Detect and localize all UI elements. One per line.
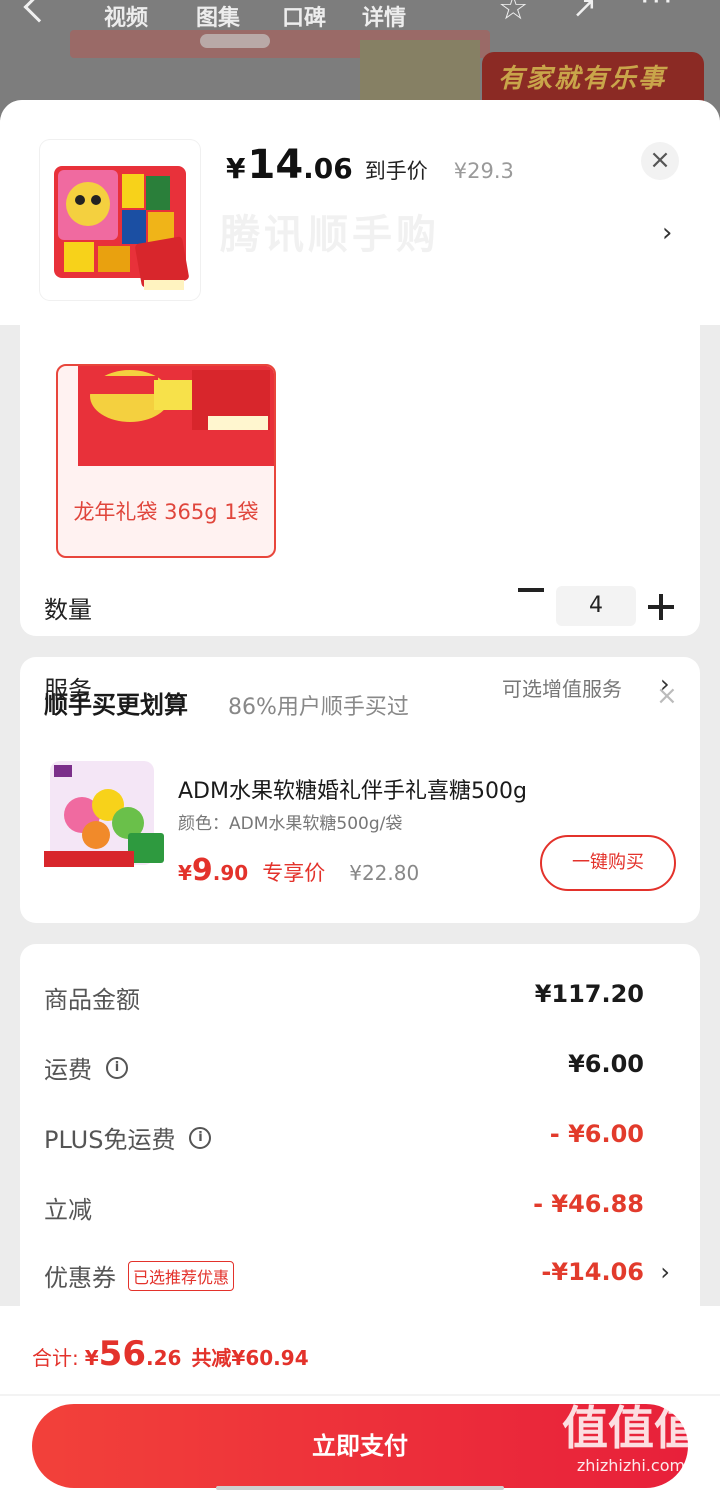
- total-yen: ¥: [84, 1346, 99, 1370]
- price-yen: ¥: [226, 152, 246, 185]
- divider: [0, 1394, 720, 1396]
- shipping-value: ¥6.00: [568, 1050, 644, 1078]
- addon-subtitle: 86%用户顺手买过: [228, 695, 409, 720]
- site-watermark: 值值值 zhizhizhi.com: [562, 1402, 700, 1475]
- addon-price: ¥ 9 .90 专享价 ¥22.80: [178, 853, 419, 888]
- instant-discount-label: 立减: [44, 1190, 92, 1225]
- quantity-label: 数量: [44, 596, 92, 624]
- price-summary-card: 商品金额 ¥117.20 运费 i ¥6.00 PLUS免运费 i - ¥6.00 …: [20, 944, 700, 1324]
- addon-original-price: ¥22.80: [349, 861, 420, 885]
- chevron-right-icon[interactable]: ›: [662, 218, 672, 248]
- star-icon[interactable]: ☆: [498, 0, 528, 28]
- back-arrow-icon[interactable]: [23, 0, 55, 23]
- addon-exclusive-tag: 专享价: [262, 861, 326, 885]
- shipping-label: 运费 i: [44, 1050, 128, 1085]
- total-label: 合计:: [32, 1346, 79, 1370]
- variant-label: 龙年礼袋 365g 1袋: [73, 500, 259, 524]
- total-decimal: .26: [146, 1346, 182, 1370]
- price-line: ¥ 14 .06 到手价 ¥29.3: [226, 142, 514, 188]
- info-icon[interactable]: i: [106, 1056, 128, 1079]
- addon-price-yen: ¥: [178, 861, 192, 885]
- share-icon[interactable]: ↗: [572, 0, 597, 25]
- bg-tab-gallery[interactable]: 图集: [196, 0, 240, 32]
- more-icon[interactable]: ···: [640, 0, 675, 19]
- price-decimal: .06: [303, 152, 353, 185]
- bg-tab-details[interactable]: 详情: [362, 0, 406, 32]
- plus-free-shipping-label: PLUS免运费 i: [44, 1120, 212, 1155]
- info-icon[interactable]: i: [189, 1126, 212, 1149]
- variant-option-selected[interactable]: 龙年礼袋 365g 1袋: [56, 364, 276, 558]
- coupon-label: 优惠券 已选推荐优惠: [44, 1258, 235, 1293]
- total-integer: 56: [98, 1334, 146, 1374]
- instant-discount-label-text: 立减: [44, 1196, 92, 1224]
- bg-banner-pill: [200, 34, 270, 48]
- service-chevron-icon[interactable]: ›: [660, 670, 670, 698]
- addon-product-name[interactable]: ADM水果软糖婚礼伴手礼喜糖500g: [178, 773, 527, 805]
- one-click-buy-button[interactable]: 一键购买: [540, 835, 676, 891]
- final-price-tag: 到手价: [364, 159, 428, 183]
- bg-tab-reviews[interactable]: 口碑: [282, 0, 326, 32]
- service-value[interactable]: 可选增值服务: [502, 673, 622, 702]
- quantity-input[interactable]: 4: [556, 586, 636, 626]
- addon-product-spec: 颜色：ADM水果软糖500g/袋: [178, 814, 403, 834]
- price-integer: 14: [247, 142, 304, 188]
- quantity-minus-button[interactable]: [518, 588, 544, 592]
- product-thumbnail: [40, 140, 200, 300]
- addon-product-image[interactable]: [44, 757, 168, 881]
- checkout-sheet: 腾讯顺手购 ¥ 14 .06 到手价 ¥29.3 × › 龙年礼袋 365g 1…: [0, 100, 720, 1492]
- watermark-logo: 值值值: [562, 1401, 700, 1455]
- instant-discount-value: - ¥46.88: [533, 1190, 644, 1218]
- addon-price-integer: 9: [191, 853, 213, 888]
- addon-price-decimal: .90: [212, 861, 249, 885]
- ghost-watermark-text: 腾讯顺手购: [220, 212, 440, 258]
- total-saved: 共减¥60.94: [191, 1346, 309, 1370]
- coupon-value[interactable]: -¥14.06: [541, 1258, 644, 1286]
- variant-image: [58, 366, 274, 490]
- subtotal-label: 商品金额: [44, 980, 140, 1015]
- watermark-url: zhizhizhi.com: [576, 1456, 686, 1475]
- service-label: 服务: [44, 676, 92, 704]
- coupon-label-text: 优惠券: [44, 1264, 116, 1292]
- quantity-plus-button[interactable]: [648, 594, 674, 620]
- original-price: ¥29.3: [453, 159, 514, 183]
- plus-free-shipping-label-text: PLUS免运费: [44, 1126, 176, 1154]
- home-indicator[interactable]: [216, 1486, 504, 1490]
- coupon-recommended-badge: 已选推荐优惠: [128, 1260, 235, 1291]
- subtotal-label-text: 商品金额: [44, 986, 140, 1014]
- sheet-header: 腾讯顺手购 ¥ 14 .06 到手价 ¥29.3 × ›: [0, 100, 720, 325]
- shipping-label-text: 运费: [44, 1056, 92, 1084]
- subtotal-value: ¥117.20: [534, 980, 644, 1008]
- coupon-chevron-icon[interactable]: ›: [660, 1258, 670, 1286]
- bg-ad-text: 有家就有乐事: [498, 64, 667, 94]
- close-sheet-button[interactable]: ×: [641, 142, 679, 180]
- total-line: 合计: ¥ 56 .26 共减¥60.94: [32, 1334, 309, 1374]
- bg-tab-video[interactable]: 视频: [104, 0, 148, 32]
- plus-free-shipping-value: - ¥6.00: [549, 1120, 644, 1148]
